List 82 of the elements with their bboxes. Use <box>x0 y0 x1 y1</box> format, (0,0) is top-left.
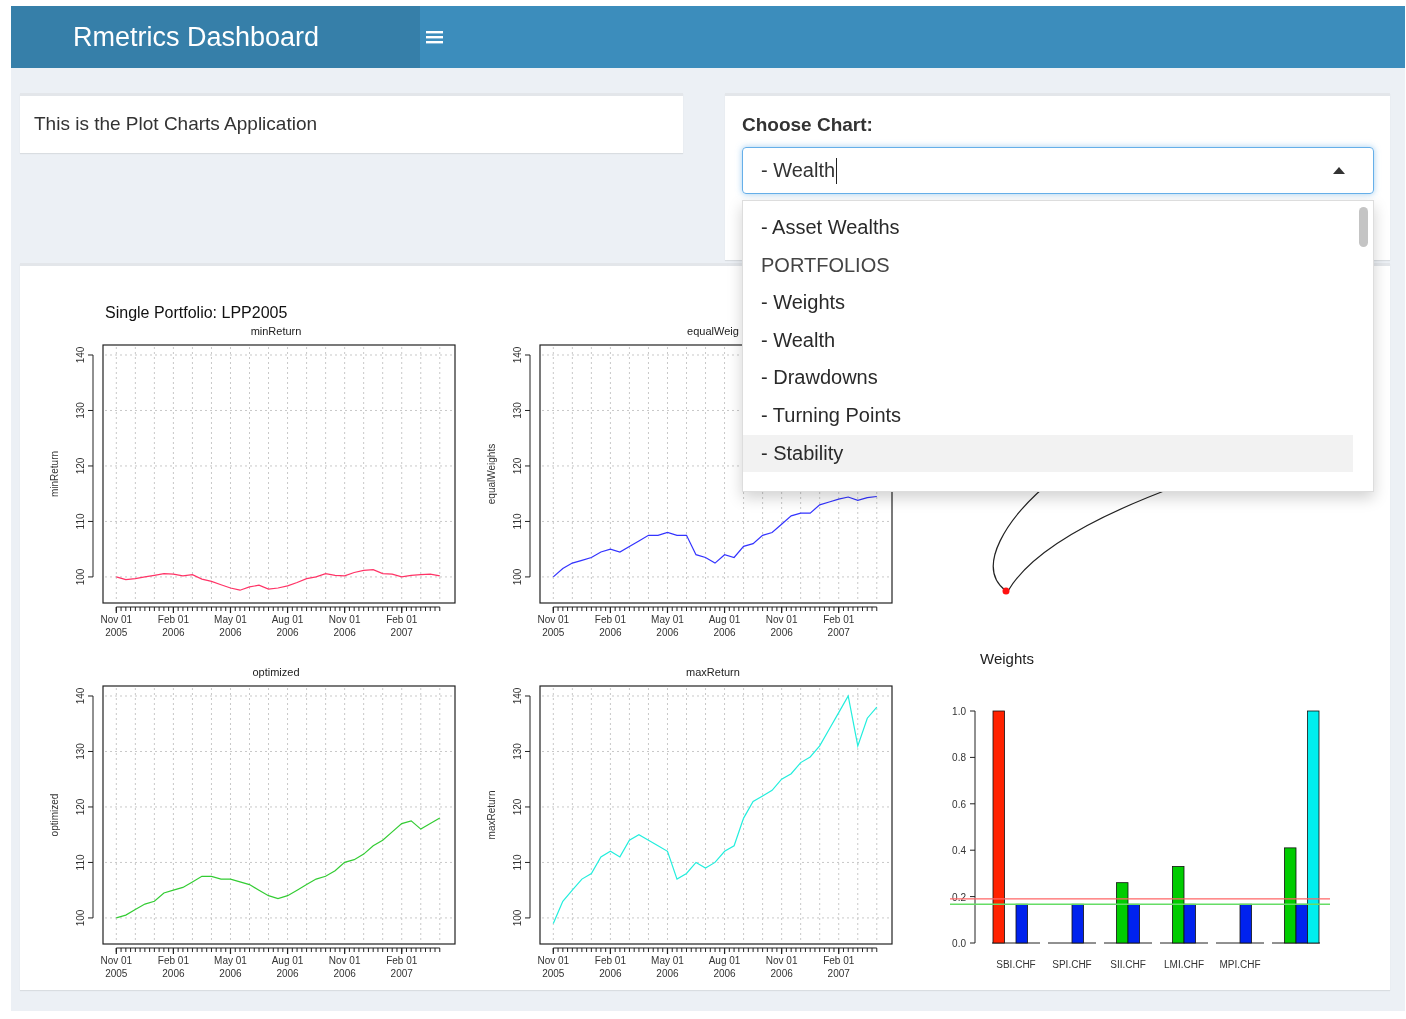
category-label: SII.CHF <box>1110 959 1146 970</box>
tick-label: 130 <box>512 743 523 760</box>
chart-title: Weights <box>980 650 1034 667</box>
tick-label: Nov 01 2005 <box>100 614 133 638</box>
chart-title: minReturn <box>250 325 302 337</box>
tick-label: 100 <box>512 568 523 586</box>
dropdown-option[interactable]: - Weights <box>743 284 1353 322</box>
tick-label: 120 <box>512 798 523 816</box>
tick-label: Nov 01 2005 <box>537 614 570 638</box>
tick-label: 0.6 <box>952 798 966 810</box>
bar <box>1015 903 1028 944</box>
tick-label: May 01 2006 <box>214 614 247 638</box>
tick-label: Feb 01 2007 <box>823 955 855 979</box>
tick-label: 0.0 <box>952 938 966 949</box>
option-group-header: PORTFOLIOS <box>760 252 891 278</box>
bar <box>1239 903 1252 944</box>
tick-label: Aug 01 2006 <box>708 955 741 979</box>
tick-label: 130 <box>75 743 86 760</box>
tick-label: Nov 01 2006 <box>765 614 798 638</box>
tick-label: Nov 01 2006 <box>328 955 361 979</box>
dropdown-option[interactable]: - Drawdowns <box>743 359 1353 397</box>
scrollbar-thumb[interactable] <box>1359 207 1368 247</box>
tick-label: 110 <box>512 854 523 871</box>
app-title: Rmetrics Dashboard <box>73 21 320 53</box>
axis-title: maxReturn <box>486 790 497 840</box>
category-label: MPI.CHF <box>1219 959 1261 970</box>
bar <box>1071 903 1084 944</box>
tick-label: Feb 01 2007 <box>386 955 418 979</box>
chart-title: equalWeig <box>687 325 739 337</box>
tick-label: Feb 01 2007 <box>386 614 418 638</box>
tick-label: May 01 2006 <box>651 614 684 638</box>
tick-label: Feb 01 2006 <box>157 614 189 638</box>
tick-label: 140 <box>75 687 86 705</box>
tick-label: 110 <box>512 513 523 530</box>
chart-title: optimized <box>252 666 300 678</box>
tick-label: 100 <box>75 909 86 927</box>
field-label: Choose Chart: <box>742 113 874 137</box>
tick-label: 110 <box>75 513 86 530</box>
category-label: SBI.CHF <box>996 959 1036 970</box>
dropdown-option[interactable]: - Wealth <box>743 321 1353 360</box>
chart-select[interactable]: - Wealth <box>742 147 1374 194</box>
tick-label: 120 <box>75 798 86 816</box>
axis-title: optimized <box>49 793 60 837</box>
tick-label: 130 <box>75 402 86 419</box>
axis-title: equalWeights <box>486 443 497 505</box>
tick-label: Feb 01 2006 <box>594 614 626 638</box>
tick-label: 120 <box>75 457 86 475</box>
tick-label: May 01 2006 <box>651 955 684 979</box>
tick-label: Nov 01 2005 <box>100 955 133 979</box>
tick-label: May 01 2006 <box>214 955 247 979</box>
menu-icon[interactable] <box>424 28 445 46</box>
tick-label: 100 <box>75 568 86 586</box>
tick-label: 140 <box>512 346 523 364</box>
tick-label: 140 <box>512 687 523 705</box>
category-label: LMI.CHF <box>1164 959 1204 970</box>
tick-label: Nov 01 2006 <box>765 955 798 979</box>
dropdown-option[interactable]: - Asset Wealths <box>743 209 1353 247</box>
tick-label: Aug 01 2006 <box>271 955 304 979</box>
plot-title: Single Portfolio: LPP2005 <box>105 303 288 323</box>
tick-label: 100 <box>512 909 523 927</box>
tick-label: 0.8 <box>952 752 966 764</box>
tick-label: 130 <box>512 402 523 419</box>
dropdown-option[interactable]: - Turning Points <box>743 396 1353 435</box>
tick-label: Nov 01 2005 <box>537 955 570 979</box>
tick-label: Feb 01 2007 <box>823 614 855 638</box>
axis-title: minReturn <box>49 450 60 498</box>
tick-label: Nov 01 2006 <box>328 614 361 638</box>
tick-label: 140 <box>75 346 86 364</box>
caret-icon[interactable] <box>1333 167 1345 174</box>
tick-label: Aug 01 2006 <box>271 614 304 638</box>
tick-label: Feb 01 2006 <box>157 955 189 979</box>
category-label: SPI.CHF <box>1052 959 1092 970</box>
tick-label: 120 <box>512 457 523 475</box>
chart-title: maxReturn <box>686 666 740 678</box>
intro-text: This is the Plot Charts Application <box>34 113 318 134</box>
dropdown-option[interactable]: - Stability <box>743 434 1353 473</box>
tick-label: Feb 01 2006 <box>594 955 626 979</box>
tick-label: 0.2 <box>952 891 966 903</box>
tick-label: 1.0 <box>952 706 966 717</box>
tick-label: Aug 01 2006 <box>708 614 741 638</box>
tick-label: 110 <box>75 854 86 871</box>
tick-label: 0.4 <box>952 845 966 857</box>
